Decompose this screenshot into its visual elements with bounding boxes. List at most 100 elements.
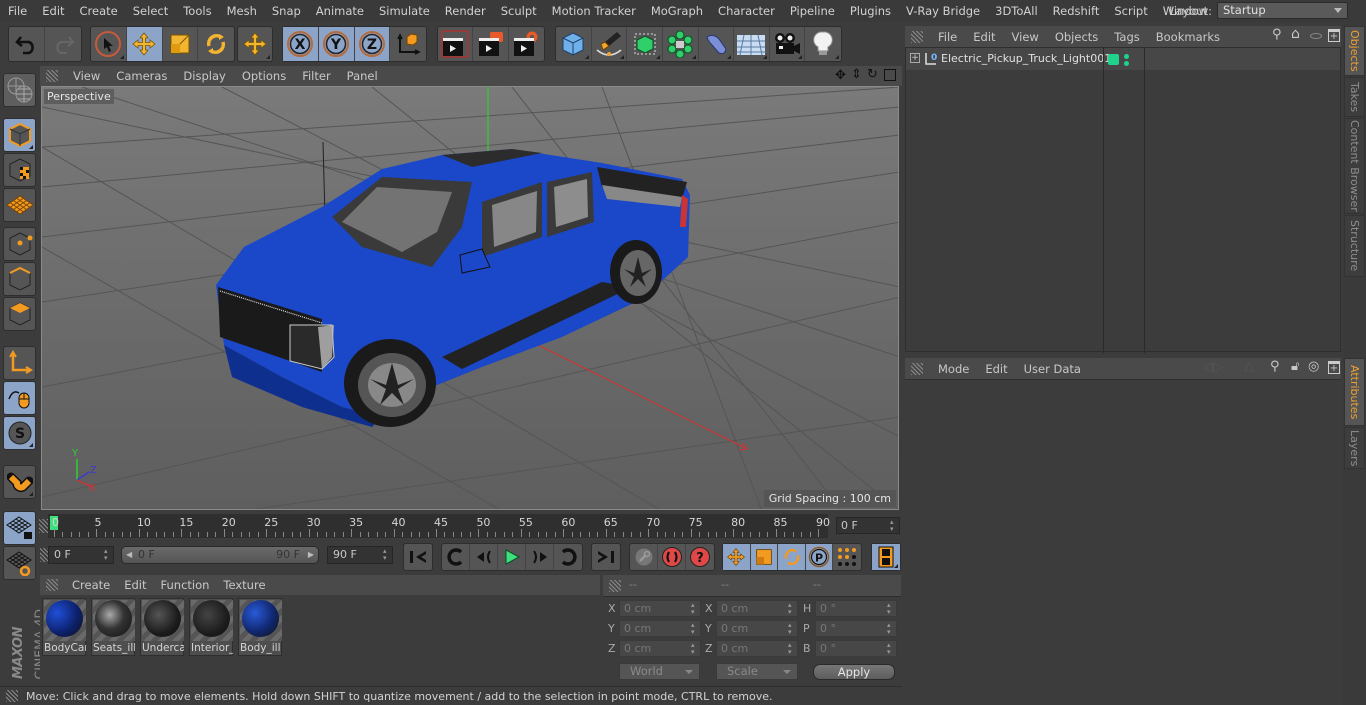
menu-script[interactable]: Script xyxy=(1107,4,1155,18)
size-x-field[interactable]: 0 cm xyxy=(716,600,798,617)
menu-snap[interactable]: Snap xyxy=(264,4,308,18)
pan-view-icon[interactable]: ✥ xyxy=(835,68,846,83)
timeline-window-button[interactable] xyxy=(872,544,900,570)
menu-motion-tracker[interactable]: Motion Tracker xyxy=(544,4,643,18)
redo-button[interactable] xyxy=(45,27,81,61)
goto-start-button[interactable] xyxy=(404,544,432,570)
menu-edit[interactable]: Edit xyxy=(35,4,72,18)
range-left-arrow-icon[interactable]: ◀ xyxy=(126,547,132,563)
object-menu-file[interactable]: File xyxy=(930,30,965,44)
dolly-view-icon[interactable]: ⇕ xyxy=(851,67,862,82)
current-frame-field[interactable]: 0 F xyxy=(836,517,900,534)
picture-viewer-button[interactable] xyxy=(473,27,509,61)
material-item[interactable]: Body_ill xyxy=(238,598,282,656)
new-window-icon[interactable]: + xyxy=(1328,29,1340,42)
object-menu-tags[interactable]: Tags xyxy=(1106,30,1147,44)
cube-button[interactable] xyxy=(556,27,592,61)
menu-select[interactable]: Select xyxy=(125,4,175,18)
pos-y-field[interactable]: 0 cm xyxy=(619,620,701,637)
workplane-mode-button[interactable] xyxy=(3,188,36,222)
menu-character[interactable]: Character xyxy=(711,4,783,18)
prev-frame-button[interactable] xyxy=(470,544,498,570)
menu-3dtoall[interactable]: 3DToAll xyxy=(988,4,1046,18)
tab-takes[interactable]: Takes xyxy=(1344,77,1365,117)
position-key-toggle[interactable] xyxy=(723,544,751,570)
rot-h-field[interactable]: 0 ° xyxy=(815,600,897,617)
snap-button[interactable]: S xyxy=(3,416,36,450)
panel-grip-icon[interactable] xyxy=(46,70,58,82)
tab-attributes[interactable]: Attributes xyxy=(1344,358,1365,426)
search-icon[interactable]: ⚲ xyxy=(1272,27,1282,42)
undo-button[interactable] xyxy=(9,27,45,61)
move-tool-button[interactable] xyxy=(126,27,163,61)
material-menu-create[interactable]: Create xyxy=(65,578,117,592)
rotate-tool-button[interactable] xyxy=(198,27,234,61)
render-settings-button[interactable] xyxy=(509,27,544,61)
object-menu-objects[interactable]: Objects xyxy=(1047,30,1106,44)
menu-render[interactable]: Render xyxy=(437,4,493,18)
min-time-field[interactable]: 0 F xyxy=(48,546,114,564)
floor-button[interactable] xyxy=(734,27,770,61)
camera-button[interactable] xyxy=(770,27,806,61)
viewport-menu-options[interactable]: Options xyxy=(234,69,294,83)
size-mode-dropdown[interactable]: Scale xyxy=(716,663,798,680)
next-key-button[interactable] xyxy=(554,544,582,570)
menu-pipeline[interactable]: Pipeline xyxy=(782,4,842,18)
y-axis-toggle[interactable]: Y xyxy=(318,27,355,61)
points-mode-button[interactable] xyxy=(3,227,36,261)
menu-plugins[interactable]: Plugins xyxy=(842,4,898,18)
panel-grip-icon[interactable] xyxy=(609,580,621,592)
menu-sculpt[interactable]: Sculpt xyxy=(493,4,544,18)
edges-mode-button[interactable] xyxy=(3,262,36,296)
locked-workplane-button[interactable] xyxy=(3,511,36,545)
model-mode-button[interactable] xyxy=(3,118,36,152)
bend-deformer-button[interactable] xyxy=(699,27,735,61)
z-axis-toggle[interactable]: Z xyxy=(354,27,391,61)
menu-vray-bridge[interactable]: V-Ray Bridge xyxy=(899,4,988,18)
menu-animate[interactable]: Animate xyxy=(308,4,371,18)
subdivision-surface-button[interactable] xyxy=(627,27,663,61)
back-arrow-icon[interactable]: ◁▷ xyxy=(1203,360,1223,375)
object-menu-view[interactable]: View xyxy=(1004,30,1047,44)
3d-viewport[interactable]: Y Z X Perspective Grid Spacing : 100 cm xyxy=(41,86,899,510)
prev-key-button[interactable] xyxy=(442,544,470,570)
target-icon[interactable]: ◎ xyxy=(1308,359,1319,374)
lock-icon[interactable]: 🔓︎ xyxy=(1291,359,1299,374)
maximize-view-icon[interactable] xyxy=(884,69,896,81)
new-window-icon[interactable]: + xyxy=(1328,361,1340,374)
object-row[interactable]: + 0 Electric_Pickup_Truck_Light001 xyxy=(906,48,1340,353)
planar-workplane-button[interactable] xyxy=(3,546,36,580)
menu-redshift[interactable]: Redshift xyxy=(1045,4,1107,18)
search-icon[interactable]: ⚲ xyxy=(1270,359,1280,374)
tweak-mode-button[interactable] xyxy=(3,381,36,415)
layer-icon[interactable] xyxy=(1310,33,1322,39)
object-name[interactable]: Electric_Pickup_Truck_Light001 xyxy=(941,52,1111,65)
attribute-menu-user-data[interactable]: User Data xyxy=(1016,362,1089,376)
timeline-ruler[interactable]: 0 5 10 15 20 25 30 35 40 45 50 55 60 65 70 75 80 85 90 xyxy=(48,514,830,538)
pen-spline-button[interactable] xyxy=(592,27,628,61)
rot-p-field[interactable]: 0 ° xyxy=(815,620,897,637)
coordinate-system-button[interactable] xyxy=(390,27,426,61)
size-y-field[interactable]: 0 cm xyxy=(716,620,798,637)
render-view-button[interactable] xyxy=(438,27,474,61)
size-z-field[interactable]: 0 cm xyxy=(716,640,798,657)
keyframe-selection-button[interactable]: ? xyxy=(686,544,714,570)
material-item[interactable]: Underca xyxy=(140,598,184,656)
rot-b-field[interactable]: 0 ° xyxy=(815,640,897,657)
viewport-menu-view[interactable]: View xyxy=(65,69,108,83)
home-icon[interactable]: ⌂ xyxy=(1291,26,1300,42)
material-menu-edit[interactable]: Edit xyxy=(117,578,153,592)
menu-mesh[interactable]: Mesh xyxy=(219,4,264,18)
attribute-menu-edit[interactable]: Edit xyxy=(977,362,1015,376)
menu-mograph[interactable]: MoGraph xyxy=(643,4,710,18)
max-time-field[interactable]: 90 F xyxy=(327,546,393,564)
rotation-key-toggle[interactable] xyxy=(778,544,806,570)
pos-x-field[interactable]: 0 cm xyxy=(619,600,701,617)
menu-tools[interactable]: Tools xyxy=(176,4,219,18)
expand-icon[interactable]: + xyxy=(910,53,920,63)
viewport-menu-panel[interactable]: Panel xyxy=(339,69,386,83)
pos-z-field[interactable]: 0 cm xyxy=(619,640,701,657)
texture-mode-button[interactable] xyxy=(3,153,36,187)
material-menu-function[interactable]: Function xyxy=(154,578,217,592)
tab-content-browser[interactable]: Content Browser xyxy=(1344,118,1365,214)
